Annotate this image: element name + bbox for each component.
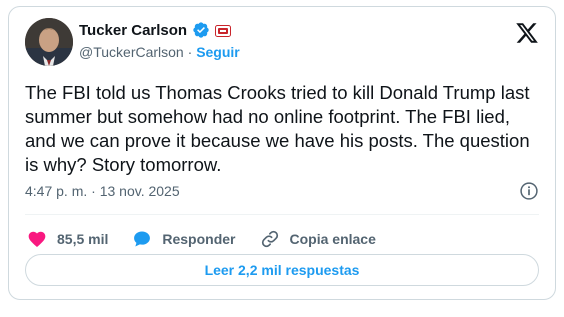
avatar[interactable]: [25, 18, 73, 66]
info-icon[interactable]: [519, 181, 539, 201]
handle-row: @TuckerCarlson · Seguir: [79, 44, 240, 60]
verified-badge-icon: [192, 21, 210, 39]
reply-button[interactable]: Responder: [132, 223, 236, 255]
reply-label: Responder: [162, 231, 236, 247]
author-name-row: Tucker Carlson: [79, 21, 232, 39]
divider: [25, 214, 539, 215]
tweet-card: Tucker Carlson @TuckerCarlson · Seguir T…: [8, 6, 556, 300]
like-count: 85,5 mil: [57, 231, 109, 247]
action-bar: 85,5 mil Responder Copia enlace: [27, 223, 400, 255]
author-handle[interactable]: @TuckerCarlson: [79, 44, 184, 60]
reply-bubble-icon: [134, 231, 151, 247]
tweet-text: The FBI told us Thomas Crooks tried to k…: [25, 82, 530, 175]
like-button[interactable]: 85,5 mil: [27, 223, 108, 255]
follow-button[interactable]: Seguir: [196, 44, 240, 60]
link-icon: [261, 230, 278, 248]
tweet-timestamp[interactable]: 4:47 p. m. · 13 nov. 2025: [25, 183, 180, 199]
tv-badge-icon: [215, 24, 232, 37]
copy-link-button[interactable]: Copia enlace: [260, 223, 376, 255]
author-name[interactable]: Tucker Carlson: [79, 22, 187, 39]
copy-link-label: Copia enlace: [289, 231, 376, 247]
x-logo-icon[interactable]: [515, 21, 539, 45]
heart-icon: [28, 231, 46, 248]
read-replies-button[interactable]: Leer 2,2 mil respuestas: [25, 254, 539, 286]
separator: ·: [187, 44, 193, 60]
